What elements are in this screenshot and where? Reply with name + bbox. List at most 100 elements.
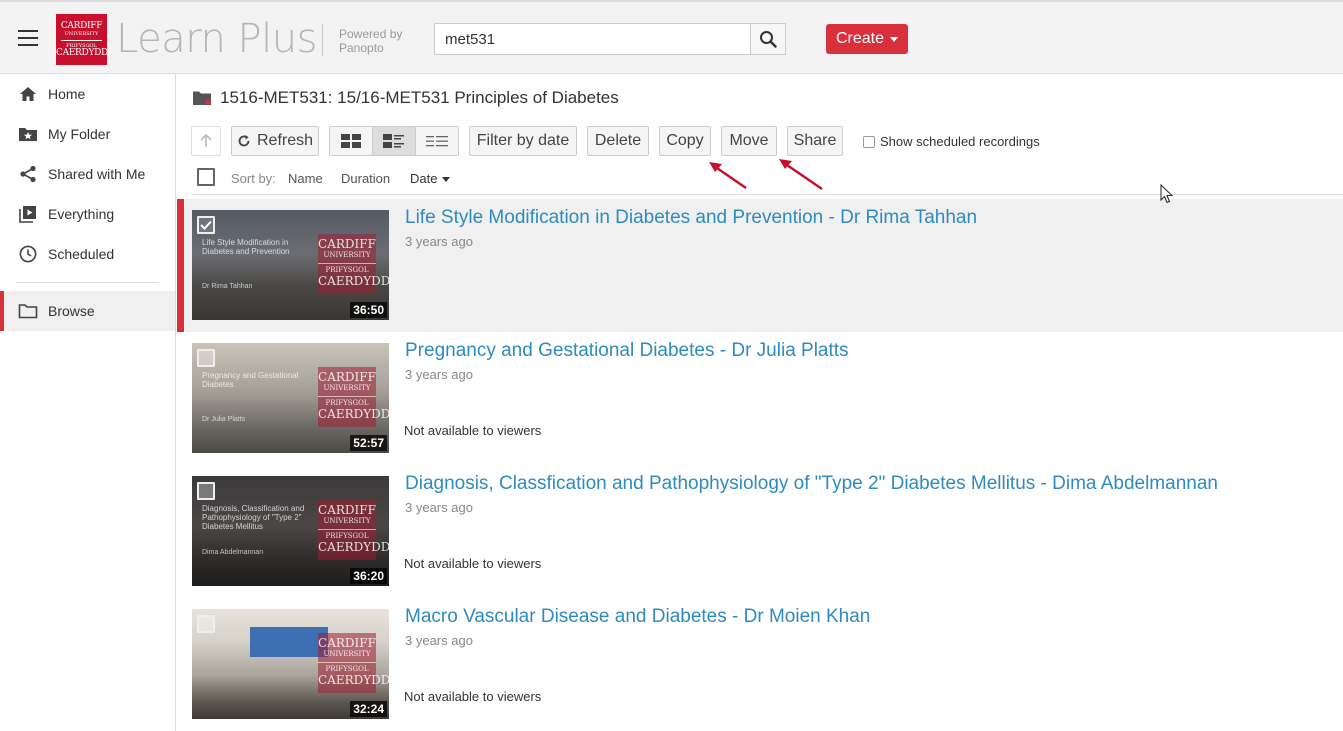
top-header: CARDIFF UNIVERSITY PRIFYSGOL CAERDYDD Le…: [0, 0, 1343, 74]
folder-icon: [18, 301, 38, 321]
session-checkbox[interactable]: [197, 615, 215, 633]
caret-down-icon: [890, 36, 899, 42]
view-detail-list-button[interactable]: [372, 127, 415, 155]
show-scheduled-label: Show scheduled recordings: [880, 134, 1040, 149]
clock-icon: [18, 244, 38, 264]
sidebar-item-label: Everything: [48, 206, 115, 222]
caret-down-icon: [442, 177, 451, 183]
session-thumbnail[interactable]: CARDIFF UNIVERSITY PRIFYSGOL CAERDYDD 32:24: [192, 609, 389, 719]
view-grid-button[interactable]: [330, 127, 372, 155]
grid-view-icon: [341, 134, 361, 148]
session-thumbnail[interactable]: Diagnosis, Classification and Pathophysi…: [192, 476, 389, 586]
folder-title-text: 1516-MET531: 15/16-MET531 Principles of …: [220, 88, 619, 107]
sort-date-option[interactable]: Date: [410, 171, 451, 186]
sort-date-label: Date: [410, 171, 438, 186]
session-age: 3 years ago: [405, 633, 473, 648]
share-button[interactable]: Share: [787, 126, 843, 156]
session-age: 3 years ago: [405, 367, 473, 382]
session-thumbnail[interactable]: Life Style Modification in Diabetes and …: [192, 210, 389, 320]
sidebar: Home My Folder Shared with Me Everything…: [0, 74, 176, 731]
move-button[interactable]: Move: [721, 126, 777, 156]
arrow-up-icon: [200, 134, 212, 147]
folder-icon: [193, 91, 211, 105]
sidebar-item-home[interactable]: Home: [0, 74, 175, 114]
sort-by-label: Sort by:: [231, 171, 276, 186]
session-title-link[interactable]: Life Style Modification in Diabetes and …: [405, 207, 977, 229]
sidebar-divider: [16, 282, 159, 283]
refresh-button[interactable]: Refresh: [231, 126, 319, 156]
session-thumbnail[interactable]: Pregnancy and Gestational Diabetes Dr Ju…: [192, 343, 389, 453]
share-icon: [18, 164, 38, 184]
folder-title: 1516-MET531: 15/16-MET531 Principles of …: [192, 88, 619, 108]
sort-duration-option[interactable]: Duration: [341, 171, 390, 186]
logo-line-2: UNIVERSITY: [64, 30, 99, 37]
star-folder-icon: [18, 124, 38, 144]
sidebar-item-browse[interactable]: Browse: [0, 291, 175, 331]
create-button-label: Create: [835, 30, 885, 47]
session-row[interactable]: Pregnancy and Gestational Diabetes Dr Ju…: [177, 332, 1343, 465]
session-row[interactable]: Life Style Modification in Diabetes and …: [177, 199, 1343, 332]
session-title-link[interactable]: Macro Vascular Disease and Diabetes - Dr…: [405, 606, 870, 628]
checkmark-icon: [200, 220, 212, 230]
hamburger-menu-icon[interactable]: [18, 30, 38, 46]
session-row[interactable]: CARDIFF UNIVERSITY PRIFYSGOL CAERDYDD 32:24…: [177, 598, 1343, 731]
delete-button[interactable]: Delete: [587, 126, 649, 156]
search-icon: [760, 31, 777, 48]
session-status: Not available to viewers: [404, 423, 542, 438]
slide-author-text: Dima Abdelmannan: [202, 549, 264, 556]
session-status: Not available to viewers: [404, 689, 542, 704]
logo-divider: [61, 39, 102, 41]
detail-list-view-icon: [383, 134, 404, 148]
session-status: Not available to viewers: [404, 556, 542, 571]
session-age: 3 years ago: [405, 500, 473, 515]
sidebar-item-label: My Folder: [48, 126, 111, 142]
session-title-link[interactable]: Diagnosis, Classfication and Pathophysio…: [405, 473, 1218, 495]
slide-title-text: Diagnosis, Classification and Pathophysi…: [202, 504, 305, 531]
view-toggle-group: [329, 126, 459, 156]
refresh-label: Refresh: [256, 132, 314, 149]
session-row[interactable]: Diagnosis, Classification and Pathophysi…: [177, 465, 1343, 598]
session-age: 3 years ago: [405, 234, 473, 249]
slide-title-text: Pregnancy and Gestational Diabetes: [202, 371, 299, 389]
university-logo[interactable]: CARDIFF UNIVERSITY PRIFYSGOL CAERDYDD: [56, 14, 108, 65]
session-duration: 32:24: [350, 701, 387, 717]
sidebar-item-label: Home: [48, 86, 86, 102]
slide-brand-logo: CARDIFF UNIVERSITY PRIFYSGOL CAERDYDD: [318, 633, 389, 693]
sidebar-item-label: Browse: [48, 303, 95, 319]
sidebar-item-label: Shared with Me: [48, 166, 146, 182]
create-button[interactable]: Create: [826, 24, 908, 54]
refresh-icon: [238, 135, 250, 147]
slide-author-text: Dr Rima Tahhan: [202, 283, 253, 290]
sidebar-item-label: Scheduled: [48, 246, 115, 262]
sort-name-option[interactable]: Name: [288, 171, 323, 186]
session-duration: 36:20: [350, 568, 387, 584]
home-icon: [18, 84, 38, 104]
copy-button[interactable]: Copy: [659, 126, 711, 156]
view-compact-list-button[interactable]: [415, 127, 458, 155]
search-input[interactable]: [434, 23, 751, 55]
show-scheduled-toggle[interactable]: Show scheduled recordings: [863, 134, 1040, 149]
app-title: Learn Plus: [116, 16, 317, 62]
logo-line-4: CAERDYDD: [56, 47, 108, 58]
select-all-checkbox[interactable]: [197, 168, 215, 186]
play-library-icon: [18, 204, 38, 224]
header-divider: [322, 24, 323, 56]
mouse-pointer-icon: [1160, 184, 1174, 204]
sidebar-item-everything[interactable]: Everything: [0, 194, 175, 234]
slide-title-text: Life Style Modification in Diabetes and …: [202, 238, 290, 256]
search-button[interactable]: [750, 23, 786, 55]
session-checkbox[interactable]: [197, 349, 215, 367]
session-checkbox[interactable]: [197, 216, 215, 234]
classroom-screen-image: [250, 627, 328, 657]
session-duration: 52:57: [350, 435, 387, 451]
show-scheduled-checkbox[interactable]: [863, 135, 875, 148]
up-folder-button[interactable]: [191, 126, 221, 156]
filter-by-date-button[interactable]: Filter by date: [469, 126, 577, 156]
sidebar-item-scheduled[interactable]: Scheduled: [0, 234, 175, 274]
slide-author-text: Dr Julia Platts: [202, 416, 246, 423]
sidebar-item-shared-with-me[interactable]: Shared with Me: [0, 154, 175, 194]
sidebar-item-my-folder[interactable]: My Folder: [0, 114, 175, 154]
session-title-link[interactable]: Pregnancy and Gestational Diabetes - Dr …: [405, 340, 849, 362]
logo-line-1: CARDIFF: [60, 20, 103, 31]
session-checkbox[interactable]: [197, 482, 215, 500]
